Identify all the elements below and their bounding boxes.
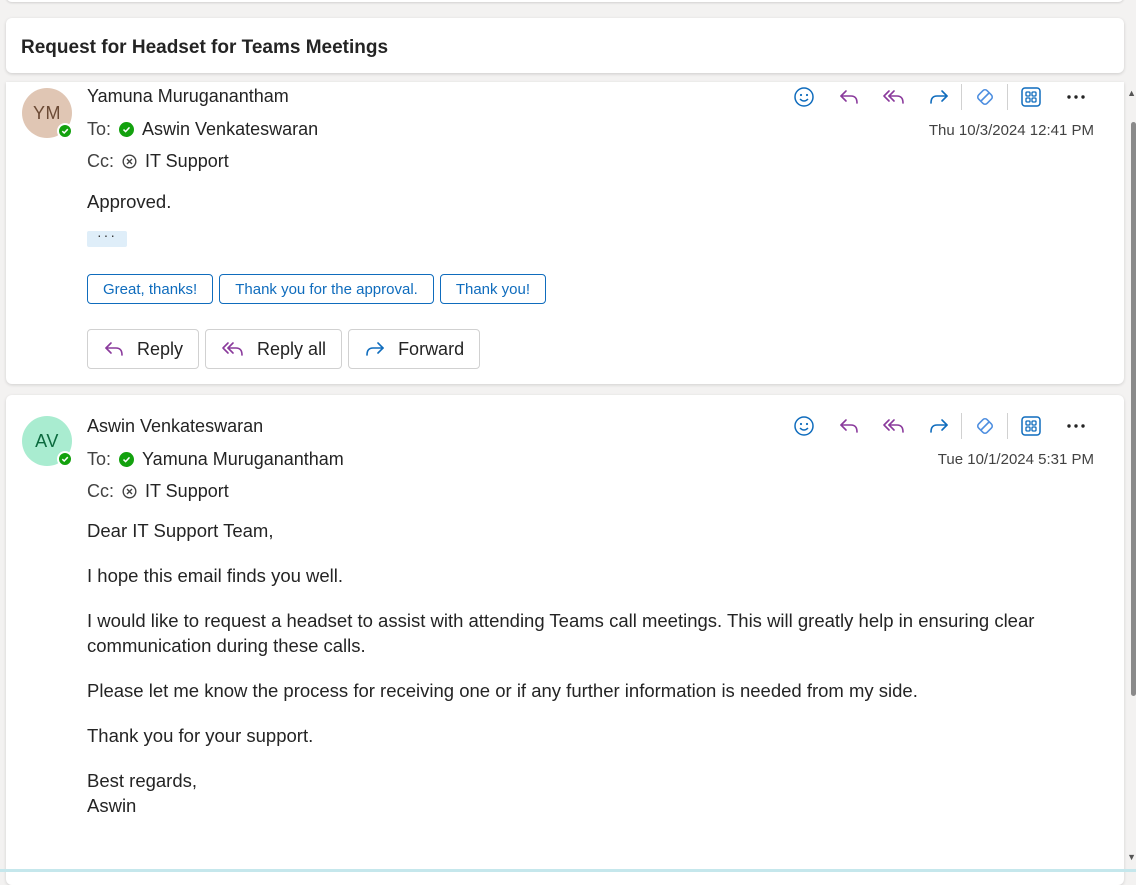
cc-line: Cc: IT Support (87, 481, 229, 502)
forward-label: Forward (398, 338, 465, 359)
loop-icon[interactable] (962, 411, 1007, 441)
suggested-reply[interactable]: Great, thanks! (87, 274, 214, 304)
to-label: To: (87, 119, 112, 139)
message-toolbar (781, 411, 1098, 441)
scrollbar-thumb[interactable] (1131, 122, 1136, 696)
signoff: Best regards, (87, 770, 198, 791)
presence-available-icon (57, 123, 73, 139)
body-paragraph: Thank you for your support. (87, 725, 314, 746)
more-icon[interactable] (1053, 82, 1098, 112)
body-paragraph: Please let me know the process for recei… (87, 680, 918, 701)
reply-icon[interactable] (826, 411, 871, 441)
reply-icon (105, 342, 123, 356)
forward-icon[interactable] (916, 82, 961, 112)
more-icon[interactable] (1053, 411, 1098, 441)
scroll-up-icon[interactable]: ▲ (1127, 88, 1136, 98)
body-paragraph: I hope this email finds you well. (87, 565, 344, 586)
body-paragraph: I would like to request a headset to ass… (87, 610, 1035, 656)
to-line: To: Yamuna Muruganantham (87, 449, 344, 470)
reply-label: Reply (137, 338, 184, 359)
avatar-initials: AV (35, 430, 59, 451)
suggested-reply[interactable]: Thank you for the approval. (219, 274, 434, 304)
message-timestamp: Tue 10/1/2024 5:31 PM (937, 451, 1094, 468)
previous-card-edge (6, 0, 1124, 2)
signature-name: Aswin (87, 795, 137, 816)
suggested-replies: Great, thanks! Thank you for the approva… (87, 274, 547, 304)
message-card[interactable]: AV Aswin Venkateswaran To: Yamuna Muruga… (6, 395, 1124, 885)
reply-icon[interactable] (826, 82, 871, 112)
sender-name[interactable]: Yamuna Muruganantham (87, 86, 289, 107)
presence-unknown-icon (122, 484, 137, 499)
to-recipient[interactable]: Aswin Venkateswaran (142, 119, 318, 140)
apps-icon[interactable] (1008, 411, 1053, 441)
forward-button[interactable]: Forward (348, 329, 481, 369)
avatar-initials: YM (33, 102, 61, 123)
email-subject: Request for Headset for Teams Meetings (21, 37, 389, 58)
reply-all-button[interactable]: Reply all (205, 329, 343, 369)
emoji-icon[interactable] (781, 82, 826, 112)
message-toolbar (781, 82, 1098, 112)
presence-available-icon (57, 451, 73, 467)
show-trimmed-content-button[interactable]: ··· (87, 228, 127, 247)
reply-all-icon (222, 342, 243, 356)
reply-all-label: Reply all (257, 338, 327, 359)
forward-icon[interactable] (916, 411, 961, 441)
message-body: Approved. (87, 189, 1084, 234)
cc-label: Cc: (87, 481, 114, 501)
reply-all-icon[interactable] (871, 82, 916, 112)
to-recipient[interactable]: Yamuna Muruganantham (142, 449, 344, 470)
avatar[interactable]: AV (22, 416, 73, 467)
avatar[interactable]: YM (22, 88, 73, 139)
cc-recipient[interactable]: IT Support (145, 481, 229, 502)
message-card[interactable]: YM Yamuna Muruganantham To: Aswin Venkat… (6, 82, 1124, 384)
to-label: To: (87, 449, 112, 469)
message-timestamp: Thu 10/3/2024 12:41 PM (928, 122, 1094, 139)
body-paragraph: Dear IT Support Team, (87, 520, 274, 541)
presence-available-icon (119, 452, 135, 467)
sender-name[interactable]: Aswin Venkateswaran (87, 416, 263, 437)
forward-icon (366, 342, 384, 356)
reply-all-icon[interactable] (871, 411, 916, 441)
cc-recipient[interactable]: IT Support (145, 151, 229, 172)
apps-icon[interactable] (1008, 82, 1053, 112)
suggested-reply[interactable]: Thank you! (439, 274, 547, 304)
loop-icon[interactable] (962, 82, 1007, 112)
cc-label: Cc: (87, 151, 114, 171)
subject-header: Request for Headset for Teams Meetings (6, 18, 1124, 73)
scroll-down-icon[interactable]: ▼ (1127, 852, 1136, 862)
body-paragraph: Approved. (87, 191, 172, 212)
to-line: To: Aswin Venkateswaran (87, 119, 318, 140)
message-body: Dear IT Support Team, I hope this email … (87, 518, 1084, 818)
emoji-icon[interactable] (781, 411, 826, 441)
presence-unknown-icon (122, 154, 137, 169)
cc-line: Cc: IT Support (87, 151, 229, 172)
presence-available-icon (119, 122, 135, 137)
reply-actions: Reply Reply all Forward (87, 329, 481, 369)
reply-button[interactable]: Reply (87, 329, 200, 369)
